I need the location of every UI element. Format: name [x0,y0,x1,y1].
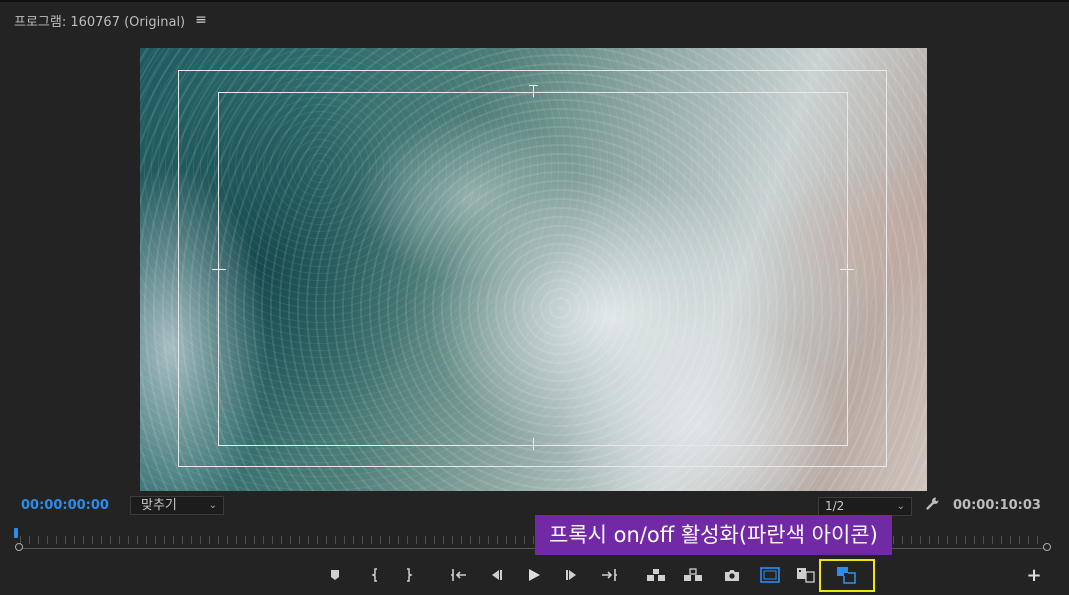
panel-title[interactable]: 프로그램: 160767 (Original) [14,11,185,30]
annotation-callout: 프록시 on/off 활성화(파란색 아이콘) [535,515,892,555]
wrench-icon[interactable] [925,496,941,512]
safe-margins-icon [760,567,780,583]
extract-button[interactable] [680,562,706,588]
comparison-view-icon [797,568,815,583]
ruler-end-handle[interactable] [1043,543,1051,551]
title-safe-margin [218,92,848,446]
zoom-level-value: 맞추기 [141,498,177,513]
playback-resolution-dropdown[interactable]: 1/2 ⌄ [818,497,912,516]
transport-controls: + [0,562,1069,588]
mark-out-icon [407,568,413,582]
chevron-down-icon: ⌄ [208,500,217,511]
safe-center-tick-top-bar [529,85,538,86]
go-to-in-icon [451,569,466,581]
chevron-down-icon: ⌄ [896,501,905,512]
add-button[interactable]: + [1021,562,1047,588]
mark-out-button[interactable] [396,562,422,588]
safe-center-tick-right-bar [847,264,848,274]
export-frame-icon [725,570,739,581]
go-to-in-button[interactable] [446,562,472,588]
ruler-track [20,548,1046,549]
step-back-button[interactable] [483,562,509,588]
mark-in-button[interactable] [362,562,388,588]
ruler-ticks [20,536,1046,544]
play-button[interactable] [521,562,547,588]
duration-timecode: 00:00:10:03 [953,498,1041,513]
comparison-view-button[interactable] [793,562,819,588]
time-ruler[interactable] [14,528,1054,554]
panel-menu-icon[interactable]: ≡ [195,12,207,28]
safe-center-tick-left-bar [218,264,219,274]
safe-margins-button[interactable] [757,562,783,588]
step-forward-button[interactable] [559,562,585,588]
step-forward-icon [566,570,576,580]
go-to-out-icon [602,569,617,581]
safe-center-tick-bottom [533,438,534,450]
extract-icon [684,568,702,581]
ruler-start-handle[interactable] [15,543,23,551]
mark-in-icon [371,568,377,582]
safe-center-tick-top [533,85,534,97]
play-icon [529,569,540,581]
proxy-toggle-highlight [819,559,875,592]
add-marker-button[interactable] [322,562,348,588]
zoom-level-dropdown[interactable]: 맞추기 ⌄ [130,496,224,515]
panel-top-edge [0,0,1069,2]
export-frame-button[interactable] [719,562,745,588]
lift-button[interactable] [643,562,669,588]
marker-icon [331,570,339,580]
playhead-handle[interactable] [14,528,18,538]
safe-center-tick-left [212,269,226,270]
lift-icon [647,569,665,581]
current-timecode[interactable]: 00:00:00:00 [21,498,109,513]
resolution-value: 1/2 [825,499,845,513]
go-to-out-button[interactable] [596,562,622,588]
step-back-icon [492,570,502,580]
panel-header: 프로그램: 160767 (Original) ≡ [14,11,207,30]
add-button-icon: + [1026,564,1042,586]
program-monitor-viewer[interactable] [140,48,927,491]
